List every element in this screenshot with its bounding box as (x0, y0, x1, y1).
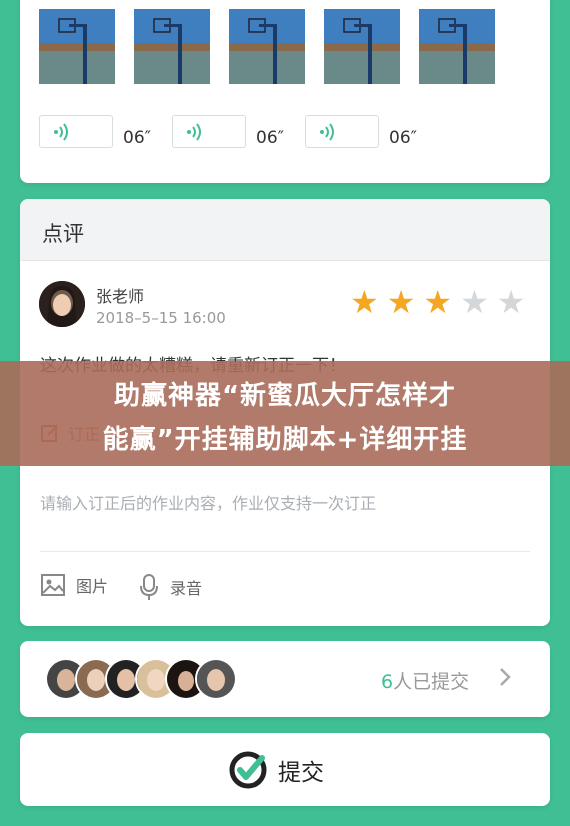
submitted-count: 6人已提交 (381, 671, 470, 693)
check-circle-icon (229, 751, 267, 789)
review-timestamp: 2018–5–15 16:00 (96, 309, 226, 327)
voice-duration: 06″ (389, 128, 417, 148)
record-audio-button[interactable]: 录音 (138, 573, 202, 601)
student-avatars (45, 658, 237, 700)
star-empty-icon: ★ (496, 283, 526, 321)
submit-button[interactable]: 提交 (20, 733, 550, 806)
sound-wave-icon (187, 123, 201, 141)
revision-input[interactable]: 请输入订正后的作业内容，作业仅支持一次订正 (40, 490, 376, 514)
voice-duration: 06″ (256, 128, 284, 148)
homework-photo[interactable] (229, 9, 305, 84)
homework-media-card: 06″ 06″ 06″ (20, 0, 550, 183)
review-title: 点评 (42, 222, 84, 246)
voice-clip-player[interactable] (39, 115, 113, 148)
microphone-icon (140, 574, 158, 600)
voice-duration: 06″ (123, 128, 151, 148)
banner-line: 助赢神器“新蜜瓜大厅怎样才 (113, 381, 457, 411)
star-empty-icon: ★ (460, 283, 489, 321)
chevron-right-icon (500, 668, 511, 686)
star-filled-icon: ★ (386, 283, 416, 321)
voice-clip-player[interactable] (172, 115, 246, 148)
homework-photo[interactable] (419, 9, 495, 84)
student-avatar (195, 658, 237, 700)
sound-wave-icon (54, 123, 68, 141)
image-icon (41, 574, 65, 596)
sound-wave-icon (320, 123, 334, 141)
submitted-students-card[interactable]: 6人已提交 (20, 641, 550, 717)
rating-stars: ★ ★ ★ ★ ★ (350, 283, 526, 321)
homework-photo[interactable] (134, 9, 210, 84)
image-label: 图片 (76, 577, 109, 596)
review-header (20, 199, 550, 261)
add-image-button[interactable]: 图片 (40, 573, 108, 597)
divider (40, 551, 530, 552)
submit-label: 提交 (278, 760, 324, 786)
star-filled-icon: ★ (423, 283, 453, 321)
star-filled-icon: ★ (350, 283, 379, 321)
teacher-name: 张老师 (96, 287, 145, 306)
homework-photo[interactable] (324, 9, 400, 84)
banner-line: 能赢”开挂辅助脚本+详细开挂 (102, 425, 468, 455)
audio-label: 录音 (170, 579, 203, 598)
homework-photo[interactable] (39, 9, 115, 84)
teacher-avatar (39, 281, 85, 327)
voice-clip-player[interactable] (305, 115, 379, 148)
promo-banner: 助赢神器“新蜜瓜大厅怎样才 能赢”开挂辅助脚本+详细开挂 (0, 361, 570, 466)
